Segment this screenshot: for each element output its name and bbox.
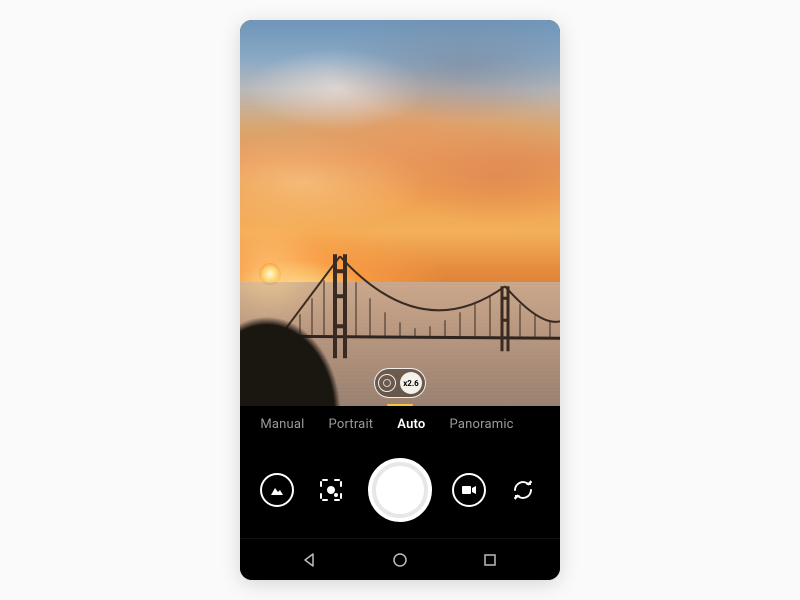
nav-home-button[interactable] xyxy=(380,545,420,575)
lens-search-icon xyxy=(317,476,345,504)
video-button[interactable] xyxy=(452,473,486,507)
lens-button[interactable] xyxy=(314,473,348,507)
zoom-value[interactable]: x2.6 xyxy=(400,372,422,394)
mode-auto[interactable]: Auto xyxy=(397,417,425,432)
switch-camera-icon xyxy=(509,476,537,504)
mode-manual[interactable]: Manual xyxy=(260,417,304,432)
mode-strip: Manual Portrait Auto Panoramic xyxy=(240,406,560,442)
nav-home-icon xyxy=(392,552,408,568)
video-icon xyxy=(461,484,477,496)
gallery-icon xyxy=(269,483,285,497)
system-nav-bar xyxy=(240,538,560,580)
viewfinder[interactable]: x2.6 xyxy=(240,20,560,406)
zoom-control[interactable]: x2.6 xyxy=(374,368,426,398)
mode-portrait[interactable]: Portrait xyxy=(329,417,374,432)
nav-recent-icon xyxy=(483,553,497,567)
gallery-button[interactable] xyxy=(260,473,294,507)
camera-app: x2.6 Manual Portrait Auto Panoramic xyxy=(240,20,560,580)
switch-camera-button[interactable] xyxy=(506,473,540,507)
lens-icon xyxy=(378,374,396,392)
scene-foreground-hill xyxy=(240,252,390,406)
nav-back-icon xyxy=(303,553,317,567)
nav-recent-button[interactable] xyxy=(470,545,510,575)
shutter-button[interactable] xyxy=(368,458,432,522)
mode-panoramic[interactable]: Panoramic xyxy=(450,417,514,432)
nav-back-button[interactable] xyxy=(290,545,330,575)
controls-row xyxy=(240,442,560,538)
